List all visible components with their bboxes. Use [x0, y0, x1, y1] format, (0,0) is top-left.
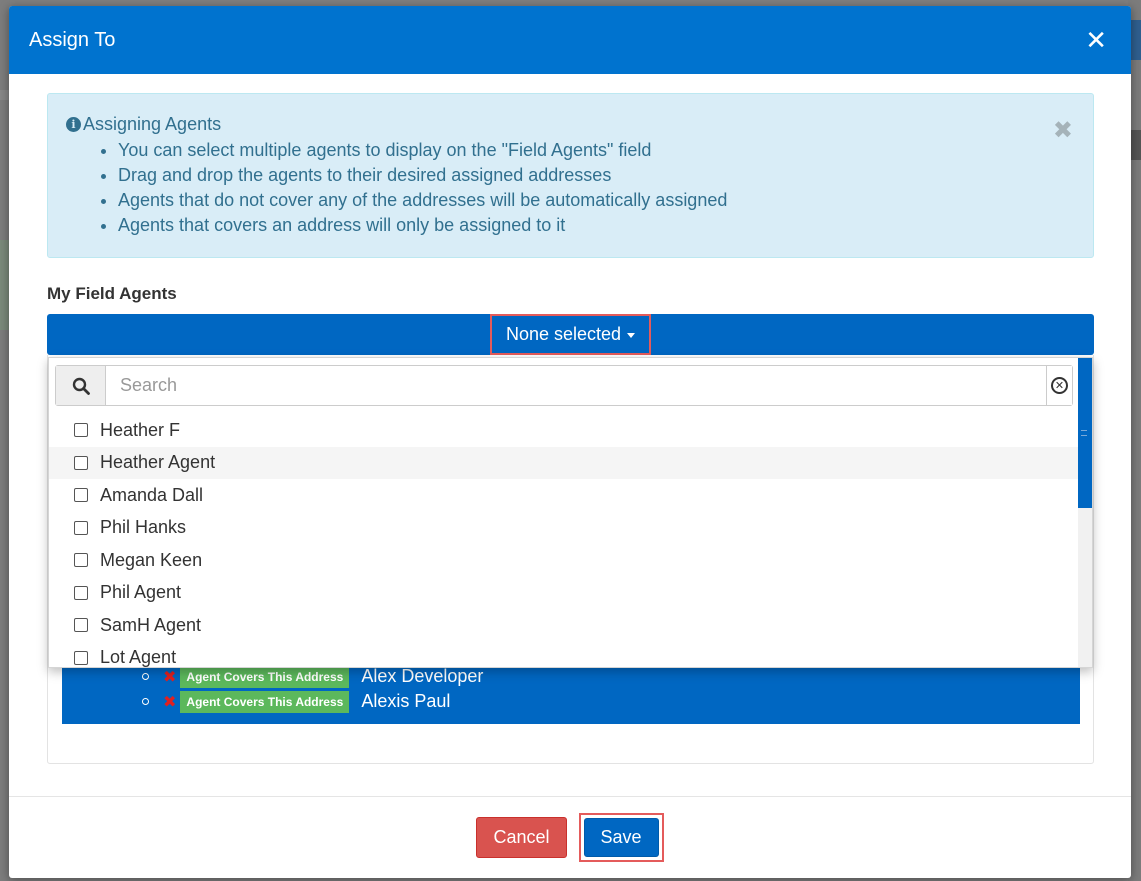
alert-item: Drag and drop the agents to their desire… [118, 163, 1075, 188]
remove-icon[interactable]: ✖ [163, 692, 176, 712]
alert-list: You can select multiple agents to displa… [66, 138, 1075, 238]
save-button-highlight: Save [578, 813, 664, 862]
caret-down-icon [627, 333, 636, 338]
agent-name: Alex Developer [361, 666, 484, 686]
cancel-button[interactable]: Cancel [476, 817, 567, 858]
save-button[interactable]: Save [583, 818, 659, 857]
search-icon [72, 377, 90, 395]
alert-item: Agents that do not cover any of the addr… [118, 188, 1075, 213]
field-agents-dropdown: ✕ Heather F Heather Agent Amanda Dall Ph… [48, 357, 1093, 668]
option-checkbox[interactable] [74, 553, 88, 568]
option-label: Lot Agent [100, 647, 177, 668]
option-checkbox[interactable] [74, 455, 88, 470]
option-label: Phil Hanks [100, 517, 187, 538]
agent-option[interactable]: Megan Keen [49, 544, 1079, 577]
agent-option[interactable]: Lot Agent [49, 642, 1079, 668]
bullet-icon [142, 698, 149, 705]
agent-options-list: Heather F Heather Agent Amanda Dall Phil… [49, 414, 1079, 668]
field-agents-label: My Field Agents [47, 284, 177, 303]
option-label: Heather Agent [100, 452, 216, 473]
field-agents-select[interactable]: None selected [47, 314, 1094, 355]
option-checkbox[interactable] [74, 585, 88, 600]
scrollbar-thumb[interactable] [1078, 358, 1092, 508]
dropdown-search: ✕ [55, 365, 1073, 406]
option-checkbox[interactable] [74, 650, 88, 665]
option-label: SamH Agent [100, 614, 202, 635]
agent-option[interactable]: Phil Agent [49, 577, 1079, 610]
alert-title-text: Assigning Agents [83, 114, 222, 134]
option-label: Phil Agent [100, 582, 182, 603]
clear-circle-icon: ✕ [1051, 377, 1068, 394]
option-label: Heather F [100, 419, 181, 440]
option-label: Megan Keen [100, 549, 203, 570]
assigned-agent-row[interactable]: ✖ Agent Covers This Address Alexis Paul [142, 689, 1080, 714]
covers-address-badge: Agent Covers This Address [180, 690, 350, 713]
agent-option[interactable]: SamH Agent [49, 609, 1079, 642]
info-icon: i [66, 117, 81, 132]
grip-icon [1081, 430, 1087, 436]
search-addon [56, 366, 106, 405]
assign-to-modal: Assign To ✕ i Assigning Agents You can s… [9, 6, 1131, 878]
option-checkbox[interactable] [74, 618, 88, 633]
modal-title: Assign To [29, 28, 116, 51]
agent-option[interactable]: Heather Agent [49, 446, 1079, 479]
option-label: Amanda Dall [100, 484, 204, 505]
selected-value: None selected [505, 324, 622, 344]
clear-search-button[interactable]: ✕ [1046, 366, 1072, 405]
search-input[interactable] [106, 366, 1046, 405]
modal-footer: Cancel Save [9, 796, 1131, 878]
dropdown-scrollbar[interactable] [1078, 358, 1092, 667]
option-checkbox[interactable] [74, 520, 88, 535]
alert-close-icon[interactable]: ✖ [1053, 116, 1073, 145]
field-agents-toggle-button[interactable]: None selected [489, 314, 652, 355]
alert-item: Agents that covers an address will only … [118, 213, 1075, 238]
remove-icon[interactable]: ✖ [163, 667, 176, 687]
bullet-icon [142, 673, 149, 680]
alert-title: i Assigning Agents [66, 114, 1075, 135]
close-icon[interactable]: ✕ [1085, 27, 1107, 53]
modal-header: Assign To ✕ [9, 6, 1131, 74]
covers-address-badge: Agent Covers This Address [180, 665, 350, 688]
agent-name: Alexis Paul [361, 691, 451, 711]
agent-option[interactable]: Phil Hanks [49, 512, 1079, 545]
option-checkbox[interactable] [74, 423, 88, 438]
agent-option[interactable]: Amanda Dall [49, 479, 1079, 512]
alert-item: You can select multiple agents to displa… [118, 138, 1075, 163]
agent-option[interactable]: Heather F [49, 414, 1079, 447]
option-checkbox[interactable] [74, 488, 88, 503]
info-alert: i Assigning Agents You can select multip… [47, 93, 1094, 258]
